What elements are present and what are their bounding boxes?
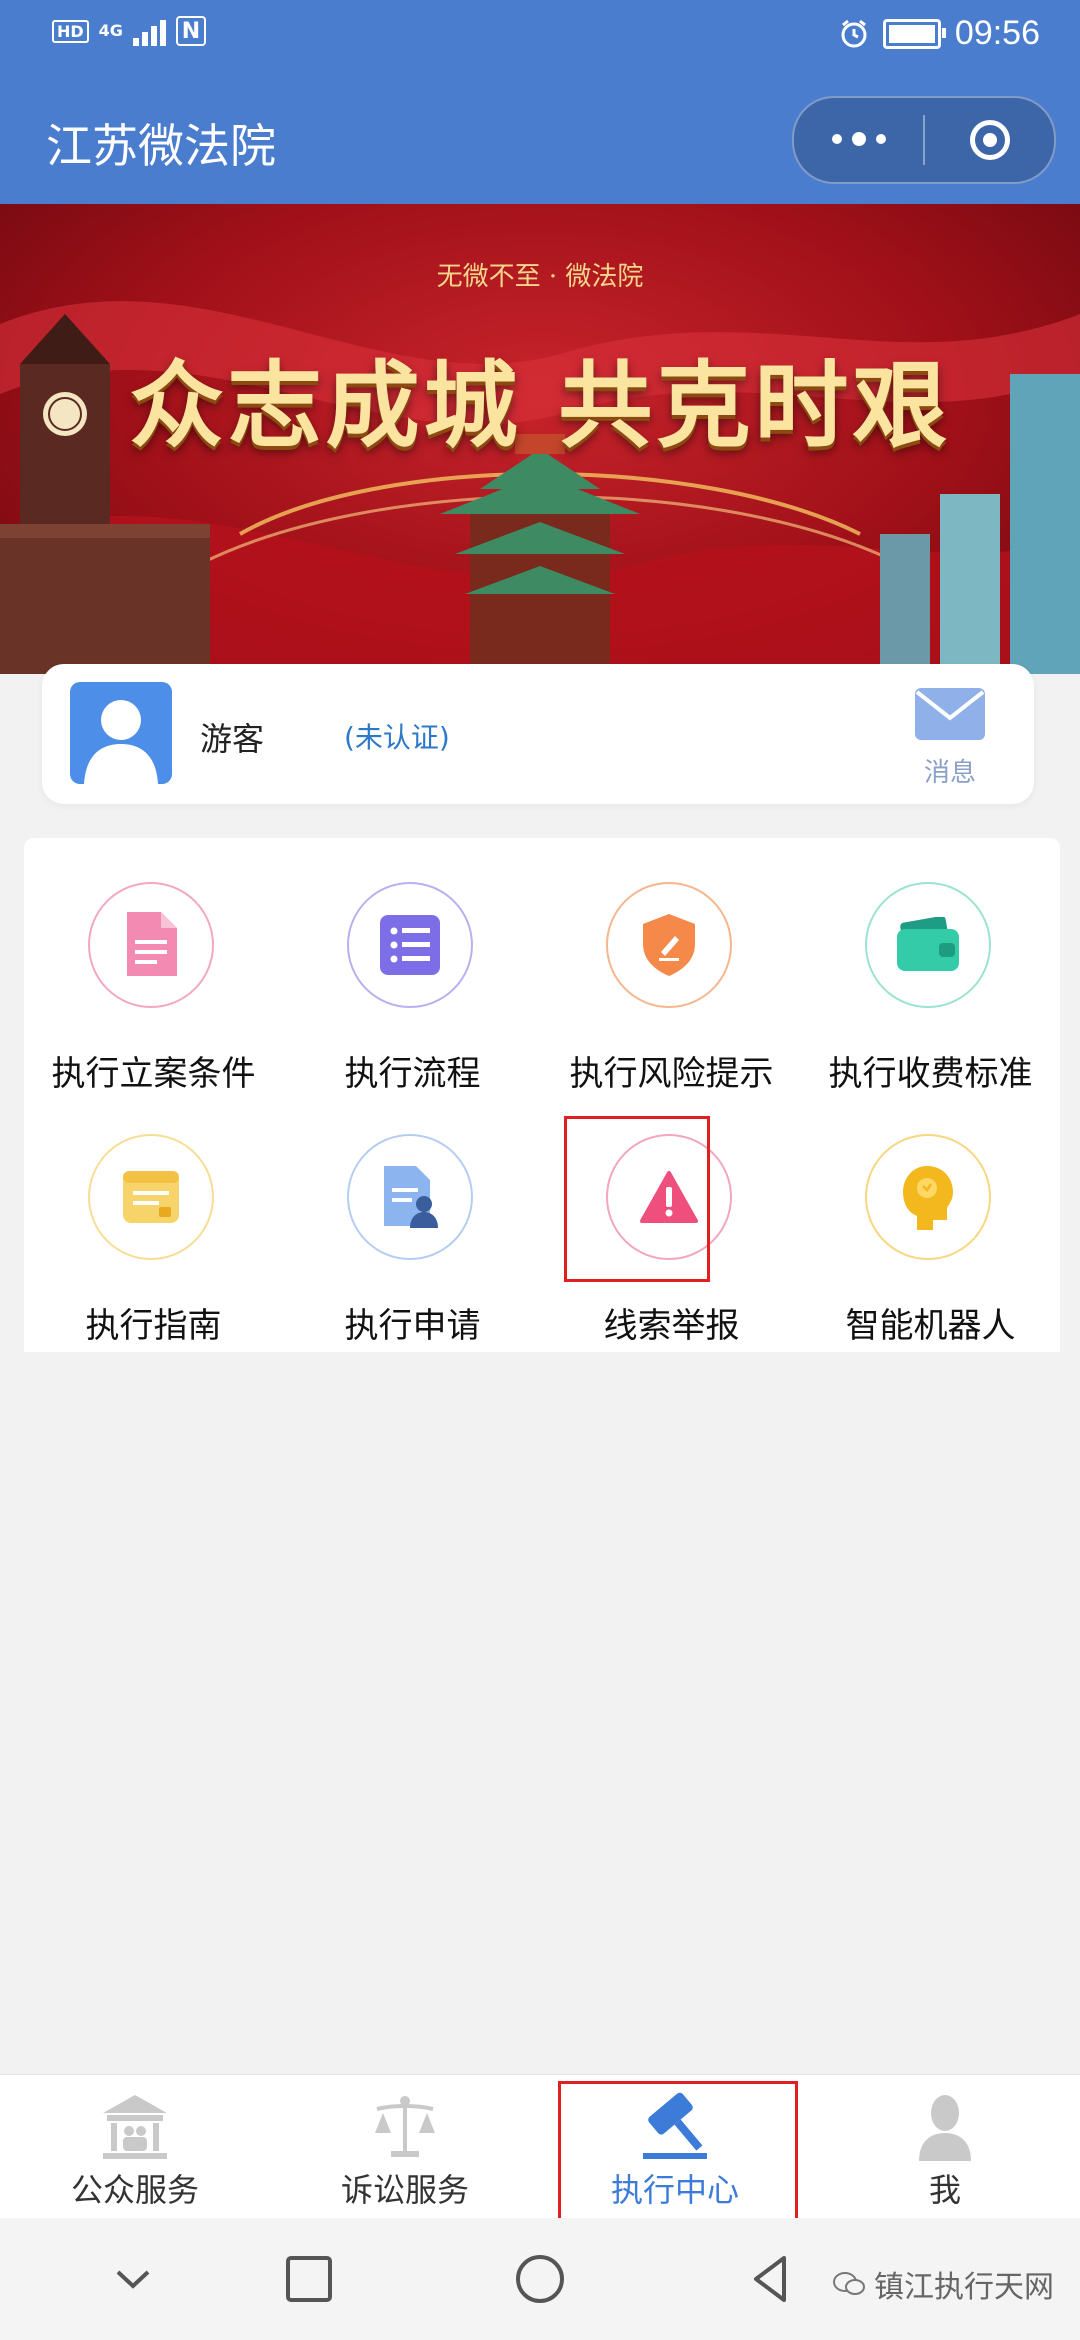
more-dots-icon	[831, 134, 842, 144]
title-bar: 江苏微法院	[0, 72, 1080, 204]
tab-label: 诉讼服务	[340, 2171, 469, 2209]
wechat-icon	[833, 2272, 865, 2295]
bottom-tab-bar: 公众服务 诉讼服务 执行中心 我	[0, 2074, 1080, 2225]
user-silhouette-icon	[84, 700, 158, 784]
banner-tagline: 无微不至 · 微法院	[436, 262, 644, 292]
target-close-icon	[969, 120, 1010, 160]
service-case-filing-conditions[interactable]: 执行立案条件	[24, 838, 283, 1094]
service-label: 执行流程	[344, 1054, 481, 1094]
tab-litigation-service[interactable]: 诉讼服务	[270, 2075, 540, 2219]
back-triangle-icon[interactable]	[738, 2246, 804, 2312]
service-label: 执行立案条件	[51, 1054, 256, 1094]
courthouse-icon	[103, 2095, 167, 2159]
status-bar: HD 4G N 09:56	[0, 0, 1080, 72]
service-smart-robot[interactable]: 智能机器人	[801, 1090, 1060, 1346]
service-risk-warning[interactable]: 执行风险提示	[542, 838, 801, 1094]
service-execution-application[interactable]: 执行申请	[283, 1090, 542, 1346]
miniprogram-capsule	[792, 96, 1056, 184]
service-label: 执行指南	[85, 1306, 222, 1346]
battery-icon	[882, 18, 946, 49]
application-icon	[347, 1134, 473, 1260]
service-label: 执行申请	[344, 1306, 481, 1346]
nfc-icon: N	[175, 16, 206, 46]
watermark: 镇江执行天网	[832, 2262, 1054, 2306]
chevron-down-icon[interactable]	[100, 2246, 166, 2312]
clock: 09:56	[954, 14, 1040, 52]
service-guide[interactable]: 执行指南	[24, 1090, 283, 1346]
service-execution-process[interactable]: 执行流程	[283, 838, 542, 1094]
hd-voice-icon: HD	[52, 19, 89, 43]
person-icon	[919, 2095, 971, 2161]
verification-status-link[interactable]: (未认证)	[344, 716, 450, 756]
message-button[interactable]: 消息	[910, 686, 990, 789]
user-card[interactable]: 游客 (未认证) 消息	[42, 664, 1034, 804]
shield-icon	[606, 882, 732, 1008]
avatar[interactable]	[70, 682, 172, 784]
service-label: 智能机器人	[845, 1306, 1016, 1346]
envelope-icon	[915, 688, 985, 740]
page-title: 江苏微法院	[46, 119, 276, 173]
scales-icon	[375, 2096, 435, 2157]
message-label: 消息	[923, 758, 976, 788]
service-label: 执行收费标准	[828, 1054, 1033, 1094]
service-label: 执行风险提示	[569, 1054, 774, 1094]
banner[interactable]: 无微不至 · 微法院 众志成城 共克时艰	[0, 204, 1080, 674]
highlight-box-clue-report	[564, 1116, 710, 1282]
guide-folder-icon	[88, 1134, 214, 1260]
home-circle-icon[interactable]	[507, 2246, 573, 2312]
tab-label: 我	[928, 2171, 961, 2209]
recents-square-icon[interactable]	[276, 2246, 342, 2312]
robot-head-icon	[865, 1134, 991, 1260]
tab-public-service[interactable]: 公众服务	[0, 2075, 270, 2219]
alarm-icon	[841, 19, 867, 47]
tab-me[interactable]: 我	[810, 2075, 1080, 2219]
signal-icon	[132, 16, 166, 46]
service-fee-standard[interactable]: 执行收费标准	[801, 838, 1060, 1094]
user-name: 游客	[200, 720, 265, 758]
document-icon	[88, 882, 214, 1008]
banner-headline: 众志成城 共克时艰	[129, 351, 951, 461]
tab-label: 公众服务	[70, 2171, 199, 2209]
close-miniprogram-button[interactable]	[925, 120, 1054, 160]
highlight-box-execution-center	[558, 2081, 798, 2225]
watermark-text: 镇江执行天网	[874, 2270, 1054, 2305]
network-type: 4G	[98, 21, 123, 40]
more-options-button[interactable]	[794, 132, 923, 146]
service-label: 线索举报	[603, 1306, 740, 1346]
service-grid: 执行立案条件 执行流程 执行风险提示 执行收费标准 执行指南 执行申请 线索举报…	[24, 838, 1060, 1352]
checklist-icon	[347, 882, 473, 1008]
system-navigation-bar: 镇江执行天网	[0, 2218, 1080, 2340]
wallet-icon	[865, 882, 991, 1008]
